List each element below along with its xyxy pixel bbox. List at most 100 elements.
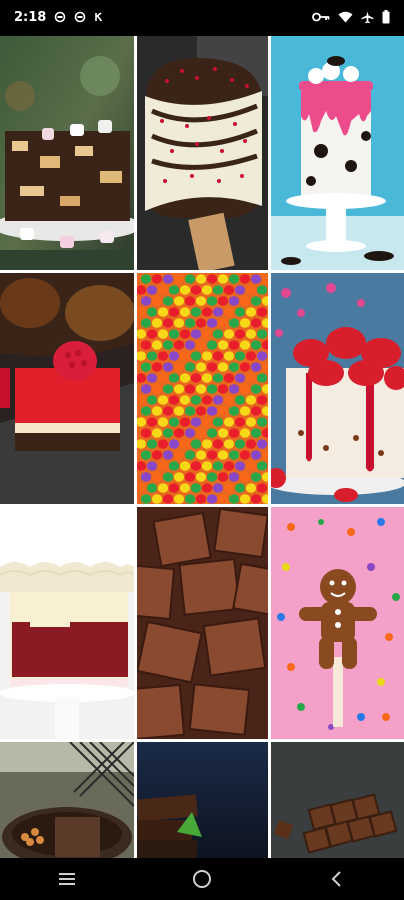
candy-piece	[151, 428, 163, 438]
candy-piece	[162, 274, 174, 284]
candy-piece	[206, 406, 218, 416]
candy-piece	[140, 340, 152, 350]
candy-piece	[245, 285, 257, 295]
candy-piece	[212, 329, 224, 339]
candy-piece	[234, 417, 246, 427]
candy-piece	[234, 439, 246, 449]
candy-piece	[239, 472, 251, 482]
wifi-icon	[338, 11, 353, 23]
candy-piece	[201, 483, 213, 493]
candy-piece	[162, 384, 174, 394]
candy-piece	[190, 329, 202, 339]
candy-piece	[151, 406, 163, 416]
candy-piece	[250, 384, 262, 394]
candy-piece	[256, 483, 268, 493]
candy-piece	[234, 483, 246, 493]
candy-piece	[250, 494, 262, 504]
candy-piece	[168, 351, 180, 361]
candy-piece	[201, 439, 213, 449]
tile-chocolate-marshmallow-cake[interactable]	[0, 36, 134, 270]
candy-piece	[151, 274, 163, 284]
candy-piece	[239, 318, 251, 328]
tile-red-velvet-cake[interactable]	[0, 507, 134, 739]
home-icon[interactable]	[172, 858, 232, 900]
candy-piece	[140, 318, 152, 328]
candy-piece	[206, 472, 218, 482]
drip-cake-oreo-image	[271, 36, 404, 270]
candy-piece	[250, 274, 262, 284]
candy-piece	[245, 351, 257, 361]
gingerbread-lollipop-image	[271, 507, 404, 739]
candy-piece	[190, 417, 202, 427]
tile-dark-chocolate-pieces[interactable]	[137, 742, 268, 858]
candy-piece	[146, 461, 158, 471]
tile-colorful-candies[interactable]	[137, 273, 268, 504]
candy-piece	[217, 274, 229, 284]
candy-piece	[195, 340, 207, 350]
candy-piece	[168, 461, 180, 471]
candy-piece	[195, 384, 207, 394]
candy-piece	[217, 362, 229, 372]
candy-piece	[146, 373, 158, 383]
candy-piece	[162, 362, 174, 372]
candy-piece	[190, 285, 202, 295]
cocoa-truffles-image	[137, 507, 268, 739]
candy-piece	[151, 472, 163, 482]
candy-piece	[201, 417, 213, 427]
candy-piece	[179, 483, 191, 493]
candy-piece	[212, 307, 224, 317]
candy-piece	[140, 428, 152, 438]
back-icon[interactable]	[307, 858, 367, 900]
candy-piece	[184, 472, 196, 482]
candy-piece	[140, 296, 152, 306]
candy-piece	[190, 461, 202, 471]
candy-piece	[245, 373, 257, 383]
tile-chocolate-bar-blocks[interactable]	[271, 742, 404, 858]
tile-chocolate-tart[interactable]	[0, 742, 134, 858]
candy-piece	[256, 351, 268, 361]
candy-piece	[190, 483, 202, 493]
candy-piece	[179, 373, 191, 383]
candy-piece	[217, 494, 229, 504]
candy-piece	[140, 362, 152, 372]
candy-piece	[223, 329, 235, 339]
candy-piece	[146, 285, 158, 295]
candy-piece	[168, 285, 180, 295]
tile-chocolate-popsicle[interactable]	[137, 36, 268, 270]
candy-piece	[256, 461, 268, 471]
sync-icon	[74, 11, 86, 23]
candy-piece	[206, 494, 218, 504]
candy-piece	[217, 318, 229, 328]
candy-piece	[157, 439, 169, 449]
candy-piece	[256, 373, 268, 383]
candy-piece	[184, 340, 196, 350]
candy-piece	[212, 351, 224, 361]
candy-piece	[173, 340, 185, 350]
candy-piece	[217, 450, 229, 460]
candy-piece	[239, 362, 251, 372]
candy-piece	[206, 428, 218, 438]
candy-piece	[179, 329, 191, 339]
recents-icon[interactable]	[37, 858, 97, 900]
tile-cocoa-truffles[interactable]	[137, 507, 268, 739]
strawberry-cheesecake-image	[271, 273, 404, 504]
candy-piece	[212, 373, 224, 383]
candy-piece	[184, 450, 196, 460]
tile-drip-cake-oreo[interactable]	[271, 36, 404, 270]
candy-piece	[223, 351, 235, 361]
tile-gingerbread-lollipop[interactable]	[271, 507, 404, 739]
status-right	[312, 10, 390, 24]
candy-piece	[195, 296, 207, 306]
chocolate-marshmallow-cake-image	[0, 36, 134, 270]
tile-strawberry-cheesecake[interactable]	[271, 273, 404, 504]
candy-piece	[195, 428, 207, 438]
candy-piece	[217, 428, 229, 438]
chocolate-popsicle-image	[137, 36, 268, 270]
tile-raspberry-cake-slice[interactable]	[0, 273, 134, 504]
candy-piece	[234, 285, 246, 295]
candy-piece	[223, 417, 235, 427]
candy-piece	[201, 461, 213, 471]
candy-piece	[173, 472, 185, 482]
candy-piece	[239, 296, 251, 306]
candy-piece	[256, 307, 268, 317]
